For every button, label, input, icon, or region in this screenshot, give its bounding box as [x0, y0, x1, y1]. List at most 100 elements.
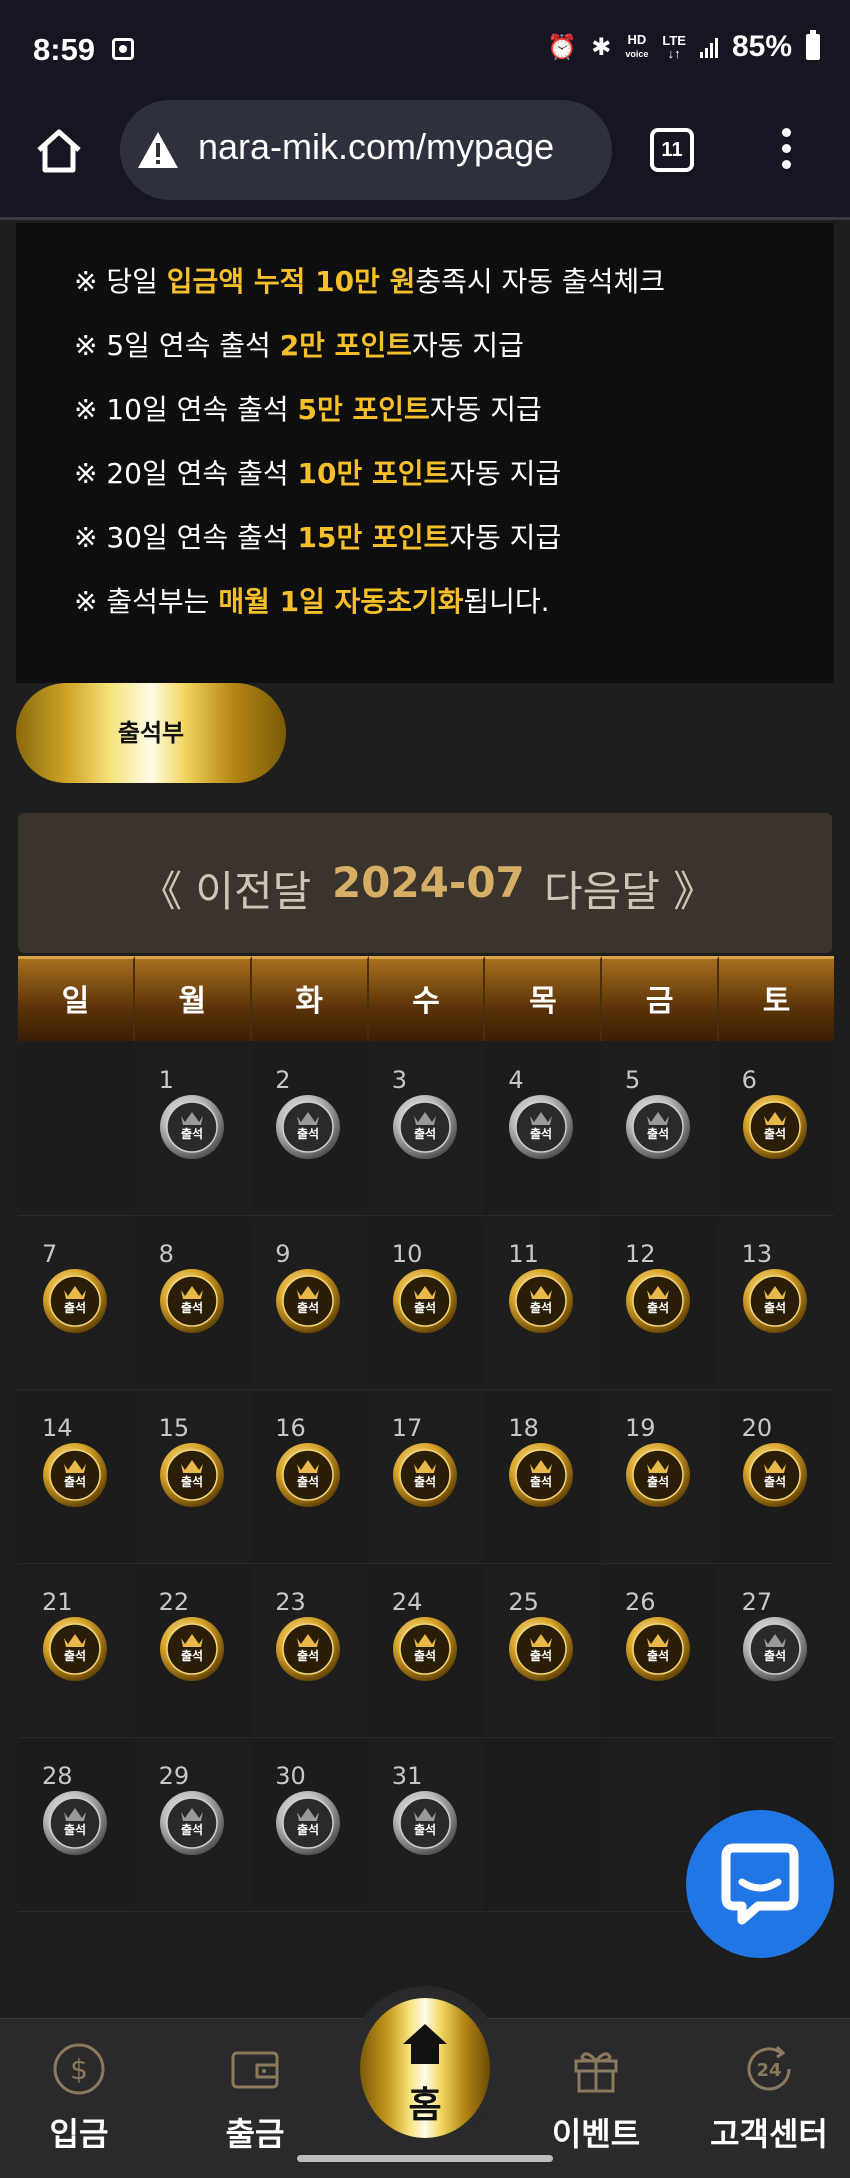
day-number: 28 — [42, 1762, 73, 1790]
stamp-label: 출석 — [414, 1822, 436, 1837]
attendance-stamp-gold-icon: 출석 — [742, 1094, 808, 1160]
attendance-stamp-silver-icon: 출석 — [42, 1790, 108, 1856]
stamp-label: 출석 — [297, 1648, 319, 1663]
chat-button[interactable] — [686, 1810, 834, 1958]
browser-toolbar: nara-mik.com/mypage 11 — [0, 100, 850, 220]
calendar-day-cell: 27 출석 — [717, 1566, 834, 1738]
gift-icon — [574, 2052, 618, 2093]
calendar-empty-cell — [18, 1044, 134, 1216]
stamp-label: 출석 — [297, 1822, 319, 1837]
stamp-label: 출석 — [647, 1474, 669, 1489]
weekday-mon: 월 — [134, 956, 252, 1041]
stamp-label: 출석 — [64, 1300, 86, 1315]
stamp-label: 출석 — [414, 1474, 436, 1489]
weekday-fri: 금 — [602, 956, 720, 1041]
stamp-label: 출석 — [530, 1126, 552, 1141]
calendar-day-cell: 8 출석 — [134, 1218, 251, 1390]
weekday-wed: 수 — [368, 956, 486, 1041]
stamp-label: 출석 — [181, 1822, 203, 1837]
calendar-day-cell: 12 출석 — [601, 1218, 717, 1390]
home-button[interactable]: 홈 — [360, 1998, 490, 2138]
attendance-stamp-silver-icon: 출석 — [625, 1094, 691, 1160]
attendance-stamp-silver-icon: 출석 — [159, 1094, 225, 1160]
calendar-day-cell: 24 출석 — [367, 1566, 484, 1738]
url-field[interactable]: nara-mik.com/mypage — [120, 100, 612, 200]
stamp-label: 출석 — [647, 1300, 669, 1315]
attendance-stamp-gold-icon: 출석 — [742, 1268, 808, 1334]
attendance-stamp-silver-icon: 출석 — [392, 1094, 458, 1160]
calendar-day-cell: 30 출석 — [251, 1740, 368, 1912]
stamp-label: 출석 — [764, 1474, 786, 1489]
battery-icon — [806, 30, 820, 60]
attendance-stamp-gold-icon: 출석 — [42, 1442, 108, 1508]
bluetooth-icon: ✱ — [591, 33, 612, 61]
day-number: 14 — [42, 1414, 73, 1442]
battery-percent: 85% — [731, 30, 792, 63]
attendance-stamp-silver-icon: 출석 — [159, 1790, 225, 1856]
calendar-day-cell: 25 출석 — [484, 1566, 601, 1738]
day-number: 5 — [625, 1066, 641, 1094]
day-number: 7 — [42, 1240, 58, 1268]
status-time: 8:59 — [33, 32, 96, 67]
gesture-bar — [297, 2155, 553, 2162]
attendance-stamp-gold-icon: 출석 — [625, 1616, 691, 1682]
calendar-day-cell: 16 출석 — [251, 1392, 368, 1564]
calendar-empty-cell — [484, 1740, 601, 1912]
attendance-book-button[interactable]: 출석부 — [16, 683, 286, 783]
info-line: ※ 20일 연속 출석 10만 포인트자동 지급 — [74, 457, 562, 490]
calendar-day-cell: 17 출석 — [367, 1392, 484, 1564]
prev-month-button[interactable]: 《 이전달 — [140, 858, 311, 919]
svg-text:$: $ — [70, 2053, 88, 2086]
url-text[interactable]: nara-mik.com/mypage — [198, 126, 598, 168]
attendance-stamp-gold-icon: 출석 — [742, 1442, 808, 1508]
weekday-tue: 화 — [251, 956, 369, 1041]
calendar-day-cell: 4 출석 — [484, 1044, 601, 1216]
day-number: 2 — [275, 1066, 291, 1094]
wallet-icon — [231, 2051, 279, 2089]
nav-deposit[interactable]: $ 입금 — [14, 2041, 144, 2155]
tabs-button[interactable]: 11 — [650, 128, 694, 172]
attendance-stamp-gold-icon: 출석 — [159, 1268, 225, 1334]
day-number: 21 — [42, 1588, 73, 1616]
day-number: 26 — [625, 1588, 656, 1616]
stamp-label: 출석 — [530, 1648, 552, 1663]
calendar-day-cell: 14 출석 — [18, 1392, 134, 1564]
attendance-stamp-gold-icon: 출석 — [42, 1616, 108, 1682]
info-line: ※ 5일 연속 출석 2만 포인트자동 지급 — [74, 329, 524, 362]
stamp-label: 출석 — [297, 1300, 319, 1315]
attendance-stamp-gold-icon: 출석 — [508, 1616, 574, 1682]
day-number: 1 — [158, 1066, 174, 1094]
status-icons: ⏰ ✱ HD voice LTE ↓↑ 85% — [547, 30, 820, 64]
stamp-label: 출석 — [647, 1126, 669, 1141]
info-line: ※ 출석부는 매월 1일 자동초기화됩니다. — [74, 585, 550, 618]
calendar-day-cell: 29 출석 — [134, 1740, 251, 1912]
calendar-day-cell: 18 출석 — [484, 1392, 601, 1564]
stamp-label: 출석 — [414, 1648, 436, 1663]
attendance-stamp-gold-icon: 출석 — [625, 1442, 691, 1508]
attendance-stamp-gold-icon: 출석 — [159, 1616, 225, 1682]
alarm-icon: ⏰ — [547, 33, 578, 61]
nav-event[interactable]: 이벤트 — [531, 2041, 661, 2155]
lte-icon: LTE ↓↑ — [662, 33, 686, 61]
more-menu-icon[interactable] — [778, 128, 794, 174]
day-number: 17 — [391, 1414, 423, 1442]
svg-text:24: 24 — [756, 2060, 781, 2081]
weekday-sat: 토 — [719, 956, 835, 1041]
nav-withdraw[interactable]: 출금 — [190, 2041, 320, 2155]
day-number: 30 — [275, 1762, 306, 1790]
day-number: 13 — [741, 1240, 773, 1268]
attendance-stamp-silver-icon: 출석 — [275, 1094, 341, 1160]
day-number: 23 — [275, 1588, 306, 1616]
day-number: 25 — [508, 1588, 539, 1616]
attendance-stamp-gold-icon: 출석 — [275, 1442, 341, 1508]
signal-icon — [699, 36, 718, 58]
day-number: 12 — [625, 1240, 656, 1268]
warning-icon[interactable] — [136, 130, 180, 170]
nav-support[interactable]: 24 고객센터 — [694, 2041, 844, 2155]
attendance-stamp-silver-icon: 출석 — [392, 1790, 458, 1856]
home-icon[interactable] — [34, 126, 84, 176]
stamp-label: 출석 — [764, 1648, 786, 1663]
next-month-button[interactable]: 다음달 》 — [544, 858, 715, 919]
stamp-label: 출석 — [530, 1474, 552, 1489]
calendar-day-cell: 20 출석 — [717, 1392, 834, 1564]
